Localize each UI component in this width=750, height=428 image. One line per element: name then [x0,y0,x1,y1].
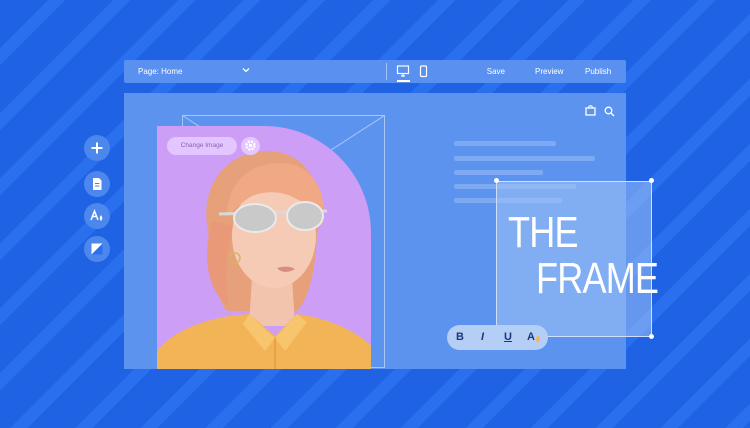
shopping-bag-icon[interactable] [585,103,596,121]
resize-handle[interactable] [494,178,499,183]
page-selector[interactable]: Page: Home [138,67,182,76]
gear-icon [245,140,256,151]
page-icon [93,178,102,190]
text-line [454,141,556,146]
preview-button[interactable]: Preview [535,67,563,76]
design-icon [90,209,103,221]
publish-button[interactable]: Publish [585,67,611,76]
photo-card[interactable] [157,126,371,369]
search-icon[interactable] [604,104,615,122]
design-button[interactable] [84,203,110,229]
media-button[interactable] [84,236,110,262]
resize-handle[interactable] [649,178,654,183]
topbar-divider [386,63,387,80]
chevron-down-icon[interactable] [241,65,251,77]
media-icon [91,243,103,255]
editor-topbar: Page: Home Save Preview Publish [124,60,626,83]
headline-line-1[interactable]: THE [508,208,579,258]
text-format-toolbar: B I U A [447,325,548,350]
add-button[interactable] [84,135,110,161]
text-color-button[interactable]: A [527,331,535,343]
active-device-indicator [397,80,410,82]
image-settings-button[interactable] [241,137,260,155]
text-line [454,156,595,161]
italic-button[interactable]: I [481,331,484,343]
text-line [454,170,543,175]
underline-button[interactable]: U [504,331,512,343]
bold-button[interactable]: B [456,331,464,343]
resize-handle[interactable] [649,334,654,339]
change-image-button[interactable]: Change Image [167,137,237,155]
headline-line-2[interactable]: FRAME [536,254,659,304]
save-button[interactable]: Save [487,67,505,76]
portrait-image [157,151,371,369]
droplet-icon [536,335,540,343]
pages-button[interactable] [84,171,110,197]
add-icon [91,142,103,154]
mobile-icon[interactable] [419,65,428,80]
desktop-icon[interactable] [396,65,410,79]
